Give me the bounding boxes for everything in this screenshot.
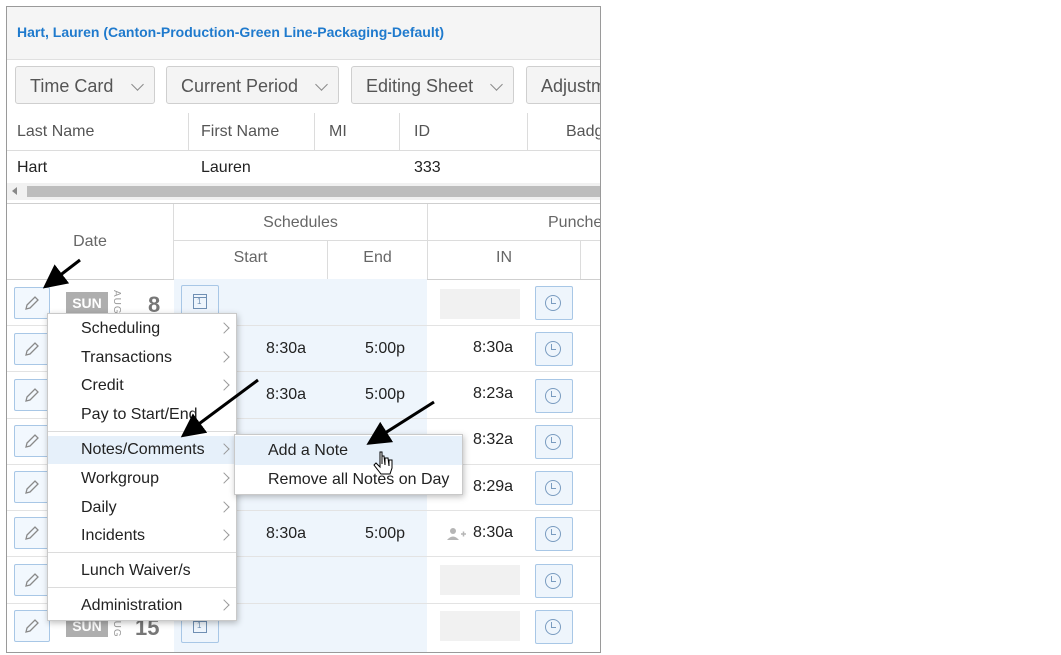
arrow-to-add-note <box>366 400 435 445</box>
annotation-overlay <box>42 258 435 475</box>
arrow-to-notes-comments <box>180 378 259 438</box>
hand-cursor-icon <box>373 451 393 475</box>
arrow-to-edit-button <box>42 258 81 289</box>
